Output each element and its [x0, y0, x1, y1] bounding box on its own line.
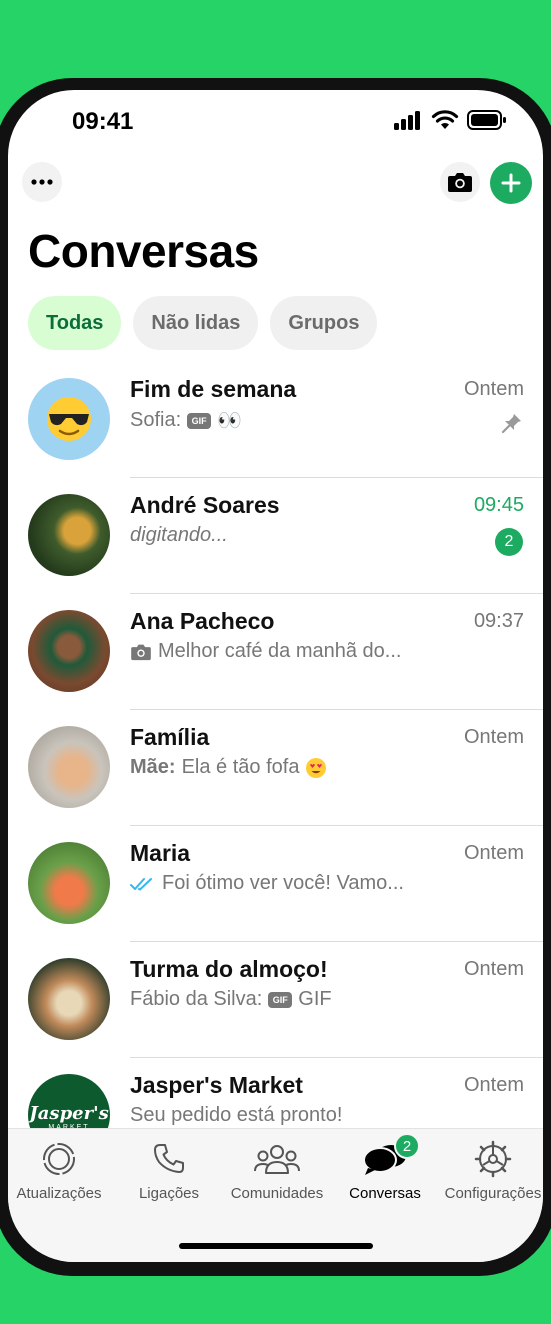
- communities-icon: [254, 1145, 300, 1174]
- chat-name: André Soares: [130, 492, 280, 518]
- filter-chip-unread[interactable]: Não lidas: [133, 296, 259, 350]
- app-screen: 09:41 Conversas Todas Não lidas Grupos F…: [8, 90, 543, 1262]
- more-options-button[interactable]: [22, 162, 62, 202]
- camera-button[interactable]: [440, 162, 480, 202]
- chat-time: Ontem: [463, 958, 524, 980]
- chat-row-maria[interactable]: Maria Foi ótimo ver você! Vamo... Ontem: [8, 826, 543, 942]
- chat-row-fim-de-semana[interactable]: Fim de semana Sofia: GIF 👀 Ontem: [8, 362, 543, 478]
- status-bar: 09:41: [8, 90, 543, 152]
- heart-eyes-emoji-icon: [306, 757, 327, 778]
- tab-unread-badge: 2: [394, 1133, 420, 1159]
- chat-time: 09:45: [473, 494, 524, 516]
- settings-icon: [474, 1140, 512, 1178]
- more-dots-icon: [31, 179, 53, 185]
- updates-icon: [43, 1143, 75, 1175]
- chat-preview-text: GIF: [298, 988, 332, 1010]
- tab-updates[interactable]: Atualizações: [8, 1137, 114, 1202]
- chat-time: Ontem: [463, 1074, 524, 1096]
- phone-icon: [154, 1144, 184, 1173]
- chat-name: Jasper's Market: [130, 1072, 303, 1098]
- chat-preview-text: Ela é tão fofa: [181, 756, 300, 778]
- chat-preview-text: Foi ótimo ver você! Vamo...: [162, 872, 404, 894]
- filter-chip-all[interactable]: Todas: [28, 296, 122, 350]
- avatar: [28, 726, 110, 808]
- chat-sender: Fábio da Silva:: [130, 988, 263, 1010]
- chat-sender: Sofia:: [130, 409, 182, 431]
- avatar: [28, 958, 110, 1040]
- plus-icon: [501, 173, 521, 193]
- chat-preview-text: Seu pedido está pronto!: [130, 1104, 343, 1126]
- home-indicator: [179, 1243, 373, 1249]
- bottom-tab-bar: Atualizações Ligações Comunidades Conver…: [8, 1128, 543, 1262]
- new-chat-button[interactable]: [490, 162, 532, 204]
- chat-row-ana-pacheco[interactable]: Ana Pacheco Melhor café da manhã do... 0…: [8, 594, 543, 710]
- chat-row-andre-soares[interactable]: André Soares digitando... 09:45 2: [8, 478, 543, 594]
- chat-row-turma-do-almoco[interactable]: Turma do almoço! Fábio da Silva: GIF GIF…: [8, 942, 543, 1058]
- chat-preview: Melhor café da manhã do...: [130, 640, 401, 663]
- signal-icon: [394, 111, 420, 130]
- chat-preview: Foi ótimo ver você! Vamo...: [130, 872, 404, 895]
- pin-icon: [501, 414, 521, 434]
- typing-indicator: digitando...: [130, 524, 228, 546]
- filter-chip-groups[interactable]: Grupos: [270, 296, 378, 350]
- tab-label: Atualizações: [16, 1185, 102, 1202]
- chat-list: Fim de semana Sofia: GIF 👀 Ontem André S…: [8, 362, 543, 1174]
- camera-icon: [131, 644, 151, 660]
- tab-settings[interactable]: Configurações: [438, 1137, 543, 1202]
- tab-label: Conversas: [349, 1185, 421, 1202]
- avatar: [28, 494, 110, 576]
- sunglasses-emoji-icon: [47, 397, 91, 441]
- chat-row-familia[interactable]: Família Mãe: Ela é tão fofa Ontem: [8, 710, 543, 826]
- battery-icon: [467, 110, 506, 130]
- chat-name: Maria: [130, 840, 191, 866]
- camera-icon: [448, 173, 472, 192]
- gif-tag-icon: GIF: [187, 412, 212, 429]
- avatar: [28, 842, 110, 924]
- tab-communities[interactable]: Comunidades: [222, 1137, 332, 1202]
- chat-preview-text: Melhor café da manhã do...: [158, 640, 402, 662]
- chat-preview-text: 👀: [217, 410, 243, 432]
- chat-preview: Mãe: Ela é tão fofa: [130, 756, 327, 779]
- chat-sender: Mãe:: [130, 756, 176, 778]
- avatar: [28, 610, 110, 692]
- chat-time: Ontem: [463, 378, 524, 400]
- unread-count-badge: 2: [495, 528, 523, 556]
- jaspers-logo-text: Jasper's: [29, 1103, 109, 1124]
- chat-preview: Seu pedido está pronto!: [130, 1104, 342, 1127]
- tab-label: Ligações: [138, 1185, 200, 1202]
- avatar: [28, 378, 110, 460]
- chat-name: Ana Pacheco: [130, 608, 275, 634]
- chat-time: Ontem: [463, 842, 524, 864]
- chat-time: Ontem: [463, 726, 524, 748]
- tab-calls[interactable]: Ligações: [114, 1137, 224, 1202]
- top-bar: [8, 160, 543, 204]
- chat-name: Família: [130, 724, 210, 750]
- wifi-icon: [431, 110, 459, 129]
- chat-name: Turma do almoço!: [130, 956, 328, 982]
- status-time: 09:41: [72, 108, 134, 135]
- double-check-icon: [130, 877, 152, 890]
- chat-time: 09:37: [473, 610, 524, 632]
- tab-label: Configurações: [444, 1185, 542, 1202]
- page-title: Conversas: [28, 225, 259, 277]
- status-icons: [393, 110, 507, 130]
- chat-preview: digitando...: [130, 524, 228, 547]
- tab-label: Comunidades: [230, 1185, 324, 1202]
- filter-chips: Todas Não lidas Grupos: [28, 296, 378, 350]
- tab-chats[interactable]: Conversas 2: [330, 1133, 440, 1202]
- chat-preview: Fábio da Silva: GIF GIF: [130, 988, 332, 1011]
- gif-tag-icon: GIF: [268, 991, 293, 1008]
- chat-name: Fim de semana: [130, 376, 297, 402]
- chat-preview: Sofia: GIF 👀: [130, 408, 242, 433]
